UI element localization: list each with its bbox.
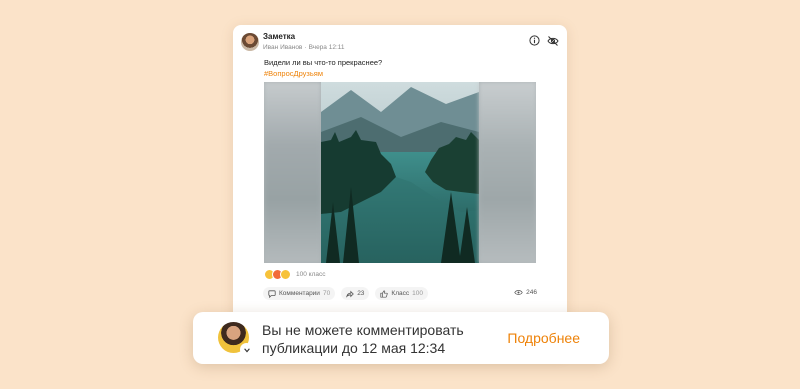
- comment-icon: [268, 289, 276, 298]
- post-title[interactable]: Заметка: [263, 32, 295, 41]
- author-avatar[interactable]: [241, 33, 259, 51]
- share-button[interactable]: 23: [341, 287, 370, 300]
- post-image[interactable]: [264, 82, 536, 263]
- more-info-link[interactable]: Подробнее: [507, 330, 580, 346]
- like-label: Класс: [391, 290, 410, 297]
- post-actions: Комментарии 70 23 Класс 100: [263, 287, 428, 300]
- like-icon: [380, 289, 389, 298]
- check-icon: [240, 343, 253, 356]
- post-time: Вчера 12:11: [308, 44, 345, 51]
- comment-restriction-toast: Вы не можете комментировать публикации д…: [193, 312, 609, 364]
- post-meta: Иван Иванов · Вчера 12:11: [263, 44, 345, 51]
- post-card: Заметка Иван Иванов · Вчера 12:11 Видели л…: [233, 25, 567, 355]
- comment-label: Комментарии: [279, 290, 320, 297]
- toast-message: Вы не можете комментировать публикации д…: [262, 321, 492, 357]
- post-text: Видели ли вы что-то прекраснее?: [264, 58, 383, 67]
- views-count: 246: [526, 289, 537, 296]
- share-count: 23: [357, 290, 365, 297]
- eye-off-icon[interactable]: [546, 34, 559, 47]
- toast-message-line2: публикации до 12 мая 12:34: [262, 340, 446, 356]
- meta-separator: ·: [304, 44, 307, 51]
- like-button[interactable]: Класс 100: [375, 287, 428, 300]
- laugh-emoji-icon: [280, 269, 291, 280]
- image-blur-right: [479, 82, 536, 263]
- toast-message-line1: Вы не можете комментировать: [262, 322, 464, 338]
- image-blur-left: [264, 82, 321, 263]
- views: 246: [514, 289, 537, 296]
- reaction-count: 100 класс: [296, 271, 326, 278]
- reactions[interactable]: 100 класс: [264, 269, 325, 280]
- views-icon: [514, 290, 523, 295]
- post-header: Заметка Иван Иванов · Вчера 12:11: [241, 31, 559, 55]
- share-icon: [346, 290, 354, 298]
- comment-button[interactable]: Комментарии 70: [263, 287, 336, 300]
- like-count: 100: [412, 290, 423, 297]
- landscape-photo: [321, 82, 479, 263]
- post-hashtag[interactable]: #ВопросДрузьям: [264, 69, 323, 78]
- info-icon[interactable]: [528, 34, 541, 47]
- comment-count: 70: [322, 290, 331, 297]
- header-icons: [528, 34, 559, 47]
- author-name[interactable]: Иван Иванов: [263, 44, 302, 51]
